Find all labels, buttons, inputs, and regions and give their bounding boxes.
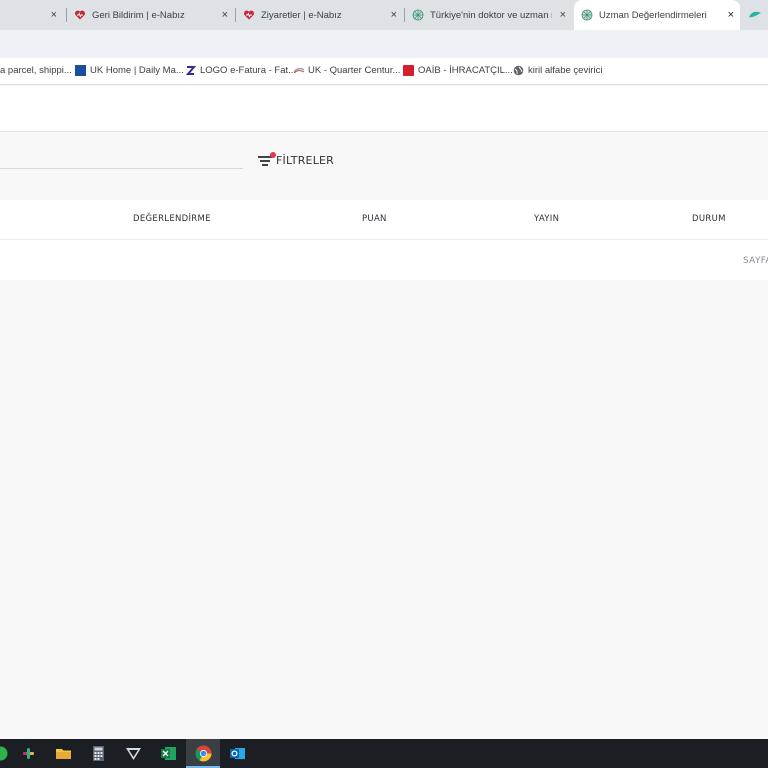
tab-title: Uzman Değerlendirmeleri <box>599 9 707 21</box>
search-input[interactable] <box>0 168 243 169</box>
close-icon[interactable]: × <box>391 9 397 21</box>
bookmark-favicon-icon <box>75 65 86 76</box>
column-header-durum[interactable]: DURUM <box>692 214 726 224</box>
filters-button[interactable]: FİLTRELER <box>258 152 335 167</box>
bookmark-label: OAİB - İHRACATÇIL... <box>418 65 513 76</box>
bookmark-oaib[interactable]: OAİB - İHRACATÇIL... <box>403 65 513 76</box>
tab-title: Ziyaretler | e-Nabız <box>261 9 342 21</box>
globe-icon <box>412 9 424 21</box>
tab-title: Geri Bildirim | e-Nabız <box>92 9 185 21</box>
slack-icon[interactable] <box>20 745 37 762</box>
bookmark-label: LOGO e-Fatura - Fat... <box>200 65 297 76</box>
bookmark-uk-quarter[interactable]: UK - Quarter Centur... <box>293 65 400 76</box>
column-header-yayin[interactable]: YAYIN <box>534 214 559 224</box>
address-toolbar <box>0 30 768 58</box>
filter-active-dot <box>270 152 276 158</box>
tab-separator <box>66 8 67 22</box>
flag-icon <box>293 65 305 76</box>
tab-uzman-degerlendirmeleri[interactable]: Uzman Değerlendirmeleri × <box>574 0 740 30</box>
vpn-icon[interactable] <box>125 745 142 762</box>
bookmark-kiril[interactable]: kiril alfabe çevirici <box>513 65 602 76</box>
filters-label: FİLTRELER <box>276 153 335 167</box>
globe-icon <box>513 65 524 76</box>
table-footer: SAYFA <box>0 240 768 280</box>
bookmark-label: UK - Quarter Centur... <box>308 65 401 76</box>
excel-icon[interactable] <box>160 745 177 762</box>
page-header <box>0 86 768 132</box>
bookmark-logo-efatura[interactable]: LOGO e-Fatura - Fat... <box>185 65 296 76</box>
table-header: DEĞERLENDİRME PUAN YAYIN DURUM <box>0 200 768 240</box>
calculator-icon[interactable] <box>90 745 107 762</box>
tab-title: Türkiye'nin doktor ve uzman ra <box>430 9 552 21</box>
close-icon[interactable]: × <box>560 9 566 21</box>
browser-tab-strip: × Geri Bildirim | e-Nabız × Ziyaretler |… <box>0 0 768 30</box>
column-header-puan[interactable]: PUAN <box>362 214 387 224</box>
leaf-icon <box>748 9 761 21</box>
tab-0[interactable]: × <box>0 0 66 30</box>
filter-row: FİLTRELER <box>0 132 768 200</box>
filter-icon <box>258 152 276 167</box>
logo-icon <box>185 65 197 76</box>
bookmark-label: a parcel, shippi... <box>0 65 72 76</box>
tab-geri-bildirim[interactable]: Geri Bildirim | e-Nabız × <box>68 0 234 30</box>
bookmark-label: kiril alfabe çevirici <box>528 65 603 76</box>
tab-separator <box>404 8 405 22</box>
tab-separator <box>235 8 236 22</box>
close-icon[interactable]: × <box>222 9 228 21</box>
close-icon[interactable]: × <box>51 9 57 21</box>
bookmark-label: UK Home | Daily Ma... <box>90 65 184 76</box>
tab-turkiye-doktor[interactable]: Türkiye'nin doktor ve uzman ra × <box>406 0 572 30</box>
bookmark-uk-home[interactable]: UK Home | Daily Ma... <box>75 65 184 76</box>
tab-next[interactable] <box>742 0 768 30</box>
outlook-icon[interactable] <box>229 745 246 762</box>
pagination-label: SAYFA <box>743 256 768 266</box>
heart-icon <box>74 9 86 21</box>
bookmarks-bar: a parcel, shippi... UK Home | Daily Ma..… <box>0 58 768 85</box>
app-icon[interactable] <box>0 745 9 762</box>
file-explorer-icon[interactable] <box>55 745 72 762</box>
oaib-icon <box>403 65 414 76</box>
chrome-icon[interactable] <box>195 745 212 762</box>
close-icon[interactable]: × <box>728 9 734 21</box>
taskbar <box>0 739 768 768</box>
bookmark-parcel[interactable]: a parcel, shippi... <box>0 65 72 76</box>
column-header-degerlendirme[interactable]: DEĞERLENDİRME <box>133 214 211 224</box>
globe-icon <box>581 9 593 21</box>
tab-ziyaretler[interactable]: Ziyaretler | e-Nabız × <box>237 0 403 30</box>
heart-icon <box>243 9 255 21</box>
